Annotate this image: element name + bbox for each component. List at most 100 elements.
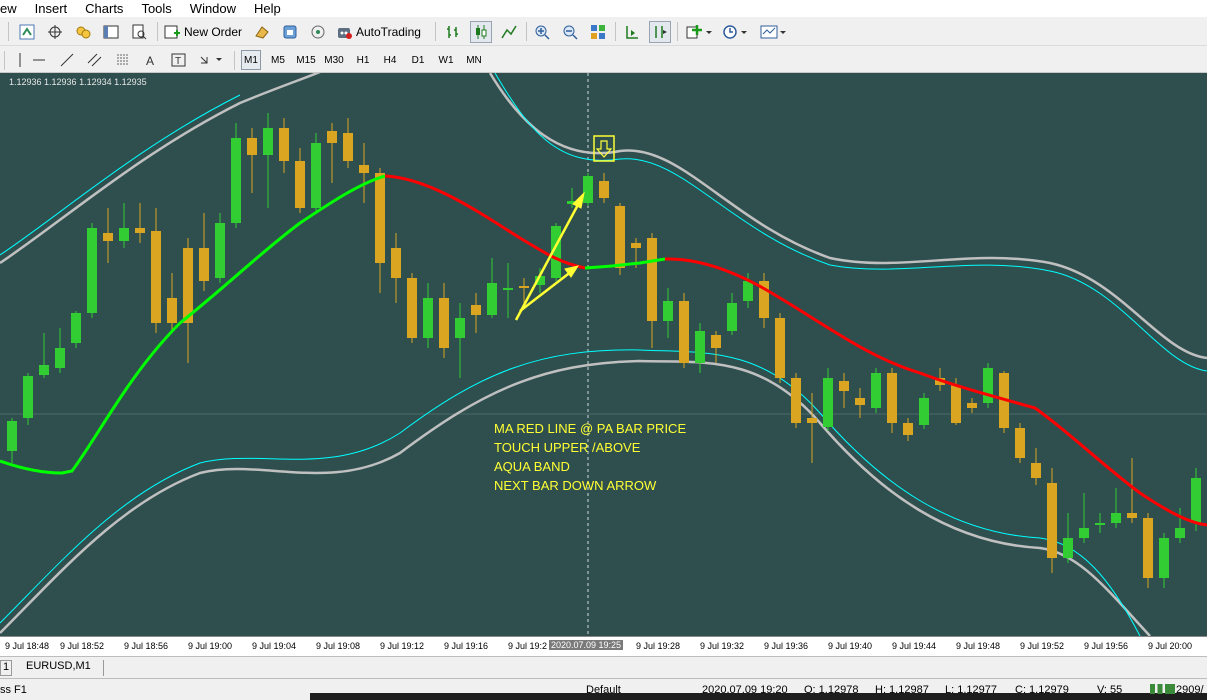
down-arrow-icon: [595, 140, 613, 158]
time-label: 9 Jul 19:56: [1084, 641, 1129, 651]
candle-body: [39, 365, 49, 375]
candlestick-chart-icon[interactable]: [470, 21, 492, 43]
menu-tools[interactable]: Tools: [132, 0, 180, 17]
strategy-tester-icon[interactable]: [128, 21, 150, 43]
outer-lower-band: [0, 359, 1151, 636]
chart-annotation: MA RED LINE @ PA BAR PRICE TOUCH UPPER /…: [494, 419, 686, 495]
menu-help[interactable]: Help: [245, 0, 290, 17]
candle-body: [71, 313, 81, 343]
vertical-line-icon[interactable]: [11, 49, 29, 71]
time-label: 9 Jul 19:52: [1020, 641, 1065, 651]
tab-1[interactable]: 1: [0, 660, 12, 676]
candle-body: [471, 305, 481, 315]
candle-body: [1191, 478, 1201, 523]
candle-body: [151, 231, 161, 323]
candle-body: [1063, 538, 1073, 558]
crosshair-time-label: 2020.07.09 19:25: [549, 640, 624, 650]
time-label: 9 Jul 18:56: [124, 641, 169, 651]
candle-body: [391, 248, 401, 278]
candle-body: [839, 381, 849, 391]
connection-icon: [1150, 684, 1175, 694]
signals-icon[interactable]: [307, 21, 329, 43]
bar-chart-icon[interactable]: [442, 21, 464, 43]
timeframe-m15[interactable]: M15: [294, 50, 318, 70]
timeframe-d1[interactable]: D1: [408, 50, 428, 70]
price-chart[interactable]: [0, 73, 1207, 636]
candle-body: [1047, 483, 1057, 558]
menu-view[interactable]: ew: [0, 0, 26, 17]
status-volume: V: 55: [1097, 684, 1123, 696]
candle-body: [1175, 528, 1185, 538]
time-label: 9 Jul 19:16: [444, 641, 489, 651]
candle-body: [599, 181, 609, 198]
candle-body: [1015, 428, 1025, 458]
candle-body: [1127, 513, 1137, 518]
terminal-icon[interactable]: [100, 21, 122, 43]
horizontal-line-icon[interactable]: [28, 49, 50, 71]
zoom-out-icon[interactable]: [559, 21, 581, 43]
market-icon[interactable]: [279, 21, 301, 43]
candle-body: [279, 128, 289, 161]
candle-body: [455, 318, 465, 338]
line-studies-toolbar: A T M1 M5 M15 M30 H1 H4 D1 W1 MN: [0, 46, 1207, 73]
fibonacci-icon[interactable]: [112, 49, 134, 71]
timeframe-m1[interactable]: M1: [241, 50, 261, 70]
time-label: 9 Jul 18:48: [5, 641, 50, 651]
market-watch-icon[interactable]: [16, 21, 38, 43]
templates-menu-icon[interactable]: [757, 21, 789, 43]
timeframe-w1[interactable]: W1: [436, 50, 456, 70]
status-profile: Default: [586, 684, 621, 696]
timeframe-m30[interactable]: M30: [322, 50, 346, 70]
candle-body: [199, 248, 209, 281]
annotation-arrow-shaft: [519, 270, 573, 312]
menu-window[interactable]: Window: [181, 0, 245, 17]
candle-body: [727, 303, 737, 331]
candle-body: [903, 423, 913, 435]
candle-body: [823, 378, 833, 427]
text-label-icon[interactable]: A: [140, 49, 162, 71]
timeframe-h4[interactable]: H4: [380, 50, 400, 70]
candle-body: [871, 373, 881, 408]
auto-trading-button[interactable]: AutoTrading: [335, 21, 427, 43]
periodicity-menu-icon[interactable]: [719, 21, 751, 43]
auto-trading-label: AutoTrading: [356, 25, 421, 39]
candle-body: [663, 301, 673, 321]
candle-body: [263, 128, 273, 155]
navigator-icon[interactable]: [72, 21, 94, 43]
indicators-menu-icon[interactable]: [683, 21, 715, 43]
status-high: H: 1.12987: [875, 684, 929, 696]
tile-windows-icon[interactable]: [587, 21, 609, 43]
arrows-menu-icon[interactable]: [196, 49, 226, 71]
metaeditor-icon[interactable]: [251, 21, 273, 43]
line-chart-icon[interactable]: [498, 21, 520, 43]
chart-shift-icon[interactable]: [649, 21, 671, 43]
candle-body: [919, 398, 929, 425]
candle-body: [775, 318, 785, 378]
chart-area[interactable]: 1.12936 1.12936 1.12934 1.12935 MA RED L…: [0, 73, 1207, 636]
annotation-arrowhead: [572, 191, 585, 209]
annotation-line-4: NEXT BAR DOWN ARROW: [494, 478, 657, 493]
candle-body: [631, 243, 641, 248]
candle-body: [231, 138, 241, 223]
menu-charts[interactable]: Charts: [76, 0, 132, 17]
text-box-icon[interactable]: T: [168, 49, 190, 71]
status-low: L: 1.12977: [945, 684, 997, 696]
channel-icon[interactable]: [84, 49, 106, 71]
status-traffic: 2909/: [1176, 684, 1204, 696]
timeframe-mn[interactable]: MN: [463, 50, 485, 70]
timeframe-h1[interactable]: H1: [353, 50, 373, 70]
tab-eurusd-m1[interactable]: EURUSD,M1: [18, 660, 104, 676]
outer-upper-band: [0, 73, 1207, 360]
new-order-button[interactable]: New Order: [163, 21, 245, 43]
timeframe-m5[interactable]: M5: [268, 50, 288, 70]
zoom-in-icon[interactable]: [531, 21, 553, 43]
auto-scroll-icon[interactable]: [621, 21, 643, 43]
menu-insert[interactable]: Insert: [26, 0, 77, 17]
time-label: 9 Jul 19:04: [252, 641, 297, 651]
svg-text:A: A: [146, 54, 154, 67]
trendline-icon[interactable]: [56, 49, 78, 71]
time-label: 9 Jul 19:2: [508, 641, 548, 651]
candle-body: [439, 298, 449, 348]
status-open: O: 1.12978: [804, 684, 859, 696]
crosshair-icon[interactable]: [44, 21, 66, 43]
